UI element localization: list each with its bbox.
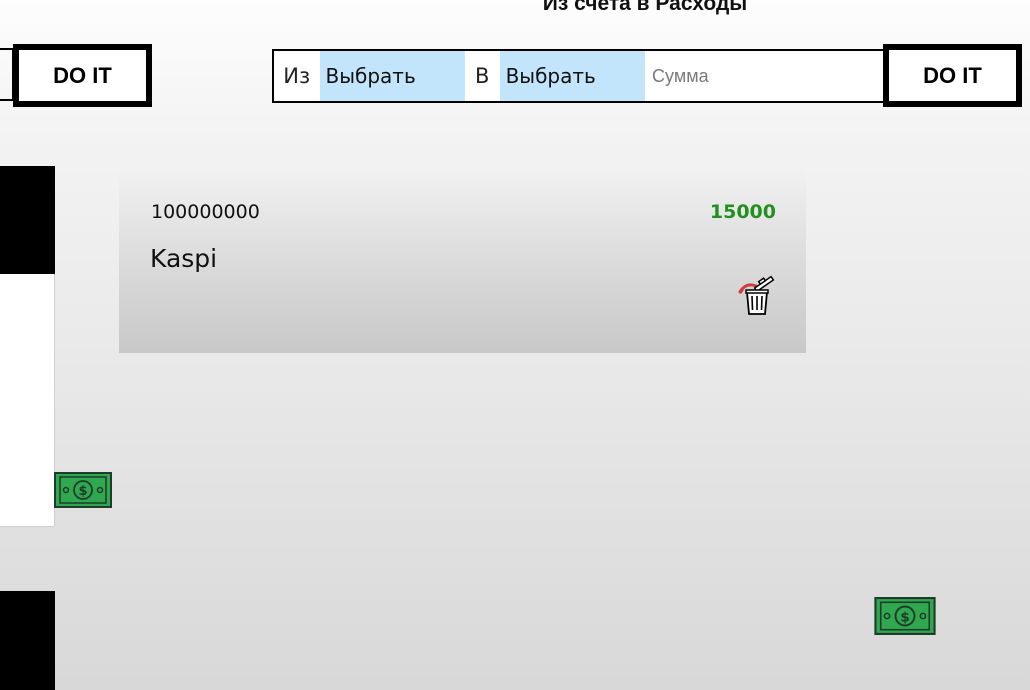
transfer-form: Из Выбрать В Выбрать xyxy=(272,49,887,103)
account-card[interactable]: 100000000 15000 Kaspi xyxy=(119,164,806,353)
account-number: 100000000 xyxy=(151,201,260,223)
money-bill-icon[interactable]: $ xyxy=(54,472,112,508)
section-title: Из счета в Расходы xyxy=(542,0,748,15)
sidebar-block-bottom xyxy=(0,591,55,690)
svg-text:$: $ xyxy=(78,484,87,499)
account-name: Kaspi xyxy=(150,244,218,273)
money-bill-icon[interactable]: $ xyxy=(873,597,937,635)
account-balance: 15000 xyxy=(709,201,776,223)
sidebar-block-top xyxy=(0,166,55,274)
offscreen-input-box[interactable] xyxy=(0,48,14,101)
trash-icon xyxy=(738,275,775,315)
to-label: В xyxy=(475,64,490,88)
do-it-button-left[interactable]: DO IT xyxy=(13,44,152,107)
amount-input[interactable] xyxy=(645,51,887,101)
from-account-select[interactable]: Выбрать xyxy=(319,51,465,101)
sidebar-white-panel xyxy=(0,274,55,527)
from-label: Из xyxy=(283,64,311,88)
to-category-select[interactable]: Выбрать xyxy=(499,51,646,101)
svg-text:$: $ xyxy=(900,609,910,625)
delete-account-button[interactable] xyxy=(736,274,778,316)
do-it-button-right[interactable]: DO IT xyxy=(883,44,1022,107)
